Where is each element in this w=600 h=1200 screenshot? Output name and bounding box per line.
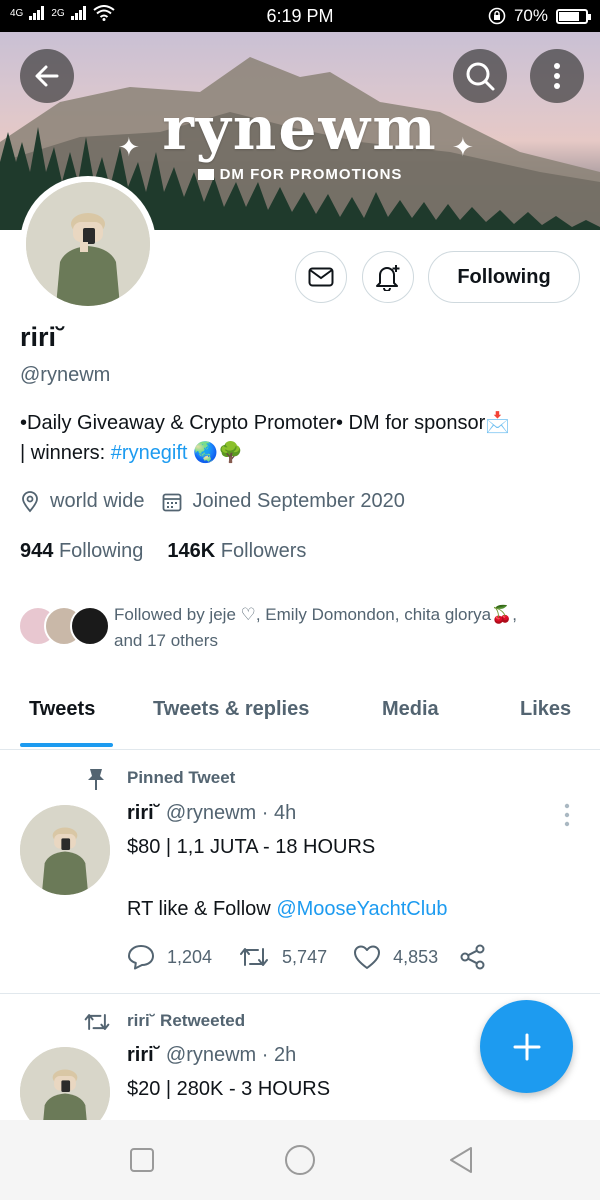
hashtag-link[interactable]: #rynegift [111, 442, 188, 464]
avatar [26, 182, 150, 306]
mail-outline-icon [308, 267, 334, 287]
tweet-time: · 4h [261, 802, 297, 824]
location-text: world wide [50, 490, 145, 512]
avatar-illustration [20, 805, 110, 895]
followed-by-line-2: and 17 others [114, 631, 218, 650]
tweet-time: · 2h [261, 1044, 297, 1066]
profile-tabs: Tweets Tweets & replies Media Likes [0, 684, 600, 750]
more-vertical-icon [554, 63, 560, 89]
calendar-icon [163, 493, 182, 511]
bell-plus-icon [376, 265, 400, 291]
home-icon[interactable] [284, 1144, 316, 1176]
tweet-avatar[interactable] [20, 805, 110, 895]
tweet-text-prefix: RT like & Follow [127, 898, 277, 920]
message-button[interactable] [295, 251, 347, 303]
bio-emoji: 🌏🌳 [193, 442, 243, 464]
profile-name: riri˘ [20, 322, 66, 352]
more-options-button[interactable] [530, 49, 584, 103]
bio-line-2: | winners: #rynegift 🌏🌳 [20, 438, 585, 468]
battery-percent: 70% [513, 6, 548, 25]
search-button[interactable] [453, 49, 507, 103]
search-icon [466, 62, 495, 91]
tab-likes[interactable]: Likes [520, 698, 571, 721]
location-icon [22, 490, 38, 512]
battery-icon [556, 8, 591, 24]
profile-meta: world wide Joined September 2020 [20, 490, 405, 513]
following-button[interactable]: Following [428, 251, 580, 303]
tweet-author-name[interactable]: riri˘ [127, 802, 160, 824]
share-icon [460, 944, 485, 970]
tweet-author-handle: @rynewm [165, 802, 257, 824]
tweet-author-name[interactable]: riri˘ [127, 1044, 160, 1066]
back-button[interactable] [20, 49, 74, 103]
tweet-more-icon[interactable] [563, 803, 571, 827]
retweet-count: 5,747 [282, 946, 328, 967]
tweet-author-handle: @rynewm [165, 1044, 257, 1066]
like-action[interactable]: 4,853 [353, 944, 438, 970]
tab-tweets-replies[interactable]: Tweets & replies [153, 698, 309, 721]
active-tab-indicator [20, 743, 113, 747]
retweet-action[interactable]: 5,747 [238, 945, 327, 969]
share-action[interactable] [460, 944, 486, 970]
system-nav-bar [0, 1120, 600, 1200]
followers-count: 146K [167, 540, 216, 562]
tweet-divider [0, 993, 600, 994]
tab-media[interactable]: Media [382, 698, 439, 721]
profile-avatar[interactable] [20, 176, 156, 312]
plus-icon [513, 1033, 540, 1060]
followed-by[interactable]: Followed by jeje ♡, Emily Domondon, chit… [18, 602, 588, 650]
arrow-left-icon [35, 65, 59, 87]
follower-avatar [70, 606, 110, 646]
like-count: 4,853 [393, 946, 439, 967]
following-stat[interactable]: 944 Following [20, 540, 143, 563]
status-right: 70% [488, 6, 591, 26]
tweet-text-line-1: $20 | 280K - 3 HOURS [127, 1078, 331, 1100]
rotation-lock-icon [488, 7, 506, 25]
profile-bio: •Daily Giveaway & Crypto Promoter• DM fo… [20, 408, 585, 468]
tweet-header: riri˘ @rynewm · 2h [127, 1044, 296, 1067]
tweet-actions: 1,204 5,747 4,853 [127, 944, 512, 970]
status-bar: 4G 2G 6:19 PM 70% [0, 0, 600, 32]
recent-apps-icon[interactable] [129, 1147, 155, 1173]
retweeted-label: riri˘ Retweeted [127, 1011, 246, 1030]
back-nav-icon[interactable] [447, 1145, 475, 1175]
compose-tweet-button[interactable] [480, 1000, 573, 1093]
reply-count: 1,204 [167, 946, 213, 967]
reply-icon [128, 945, 154, 970]
followed-by-text: Followed by jeje ♡, Emily Domondon, chit… [114, 602, 584, 654]
banner-subtitle-text: DM FOR PROMOTIONS [219, 166, 403, 183]
mail-icon [197, 169, 214, 180]
joined-text: Joined September 2020 [192, 490, 405, 512]
follower-avatars [18, 602, 110, 650]
reply-action[interactable]: 1,204 [127, 944, 212, 970]
retweet-indicator-icon [84, 1014, 110, 1030]
follow-stats: 944 Following 146K Followers [20, 540, 306, 563]
battery-fill [559, 11, 579, 21]
tweet-text-line-2: RT like & Follow @MooseYachtClub [127, 898, 447, 921]
followers-stat[interactable]: 146K Followers [167, 540, 306, 563]
banner-title: rynewm [162, 94, 438, 164]
following-label: Following [58, 540, 144, 562]
mention-link[interactable]: @MooseYachtClub [276, 898, 447, 920]
pin-icon [88, 769, 104, 790]
notifications-button[interactable] [362, 251, 414, 303]
followed-by-line-1: Followed by jeje ♡, Emily Domondon, chit… [114, 605, 518, 624]
tweet-header: riri˘ @rynewm · 4h [127, 802, 296, 825]
following-count: 944 [20, 540, 54, 562]
profile-handle: @rynewm [20, 364, 111, 386]
tweet-text-line-1: $80 | 1,1 JUTA - 18 HOURS [127, 836, 376, 858]
pinned-tweet-label: Pinned Tweet [127, 768, 236, 787]
bio-prefix: | winners: [20, 442, 111, 464]
heart-icon [354, 945, 381, 969]
sparkle-right-icon: ✦ [452, 132, 474, 162]
tab-tweets[interactable]: Tweets [29, 698, 95, 721]
bio-line-1: •Daily Giveaway & Crypto Promoter• DM fo… [20, 412, 511, 434]
followers-label: Followers [220, 540, 307, 562]
retweet-icon [240, 948, 269, 966]
avatar-illustration [26, 182, 150, 306]
